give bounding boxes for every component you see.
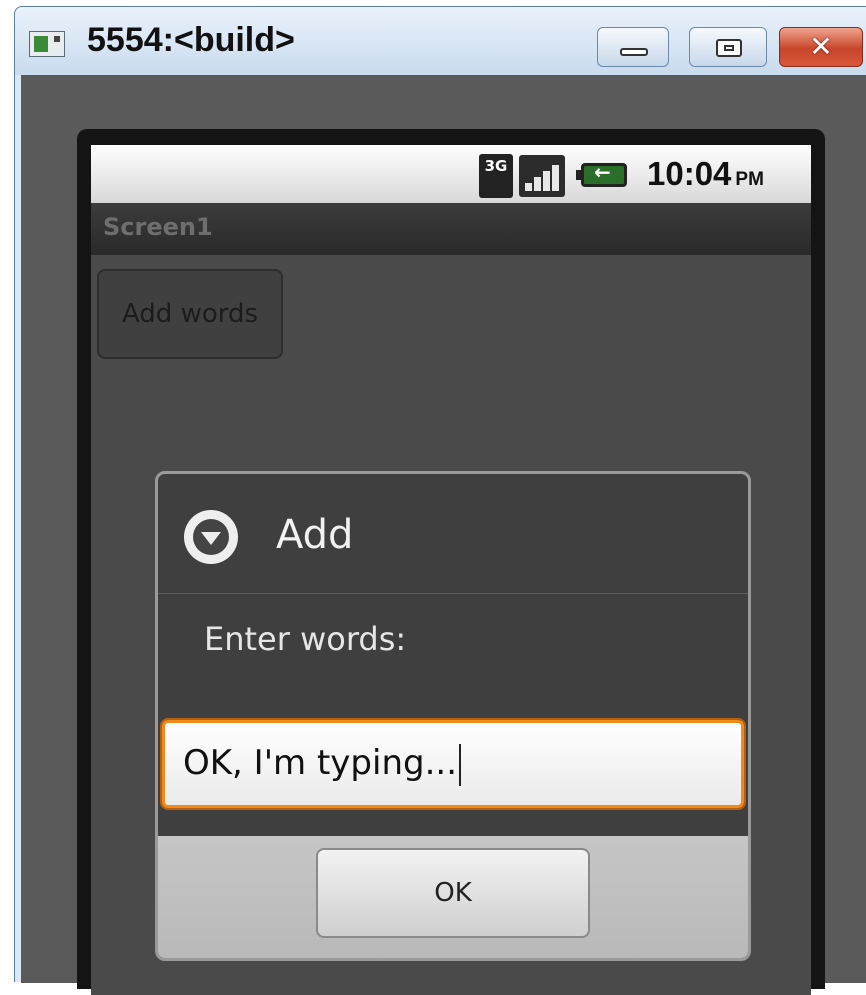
window-title: 5554:<build> [87, 21, 295, 59]
emulator-body: 3G 10:04PM Screen1 Add words [21, 75, 866, 995]
dialog-message: Enter words: [204, 620, 407, 658]
chevron-down-circle-icon [184, 510, 238, 564]
status-bar: 3G 10:04PM [91, 145, 811, 203]
words-input-value: OK, I'm typing... [183, 743, 458, 783]
device-screen: 3G 10:04PM Screen1 Add words [91, 145, 811, 995]
window-titlebar[interactable]: 5554:<build> ✕ [15, 7, 866, 75]
maximize-icon [716, 39, 742, 57]
emulator-window: 5554:<build> ✕ 3G ← 10:04 PM Screen1 Add… [14, 6, 866, 995]
ok-button[interactable]: OK [316, 848, 590, 938]
device-frame: 3G 10:04PM Screen1 Add words [77, 129, 825, 995]
battery-charging-icon [576, 160, 627, 187]
status-time-value: 10:04 [647, 155, 732, 192]
network-3g-icon: 3G [479, 154, 513, 198]
dialog-button-bar: OK [158, 836, 748, 958]
app-title-bar: Screen1 [91, 203, 811, 255]
emulator-app-icon [29, 31, 65, 57]
status-time: 10:04 PM [647, 155, 764, 193]
signal-bars-icon [519, 155, 565, 197]
close-button[interactable]: ✕ [779, 27, 863, 67]
dialog-header: Add [158, 474, 748, 594]
dialog-title: Add [276, 512, 354, 558]
text-caret [459, 743, 462, 786]
status-time-ampm: PM [735, 169, 764, 190]
maximize-button[interactable] [689, 27, 767, 67]
minimize-icon [620, 48, 648, 56]
words-input[interactable]: OK, I'm typing... [162, 720, 744, 808]
add-words-button[interactable]: Add words [97, 269, 283, 359]
app-title: Screen1 [103, 213, 213, 241]
close-icon: ✕ [809, 30, 833, 63]
minimize-button[interactable] [597, 27, 669, 67]
add-dialog: Add Enter words: OK, I'm typing... OK [155, 471, 751, 961]
